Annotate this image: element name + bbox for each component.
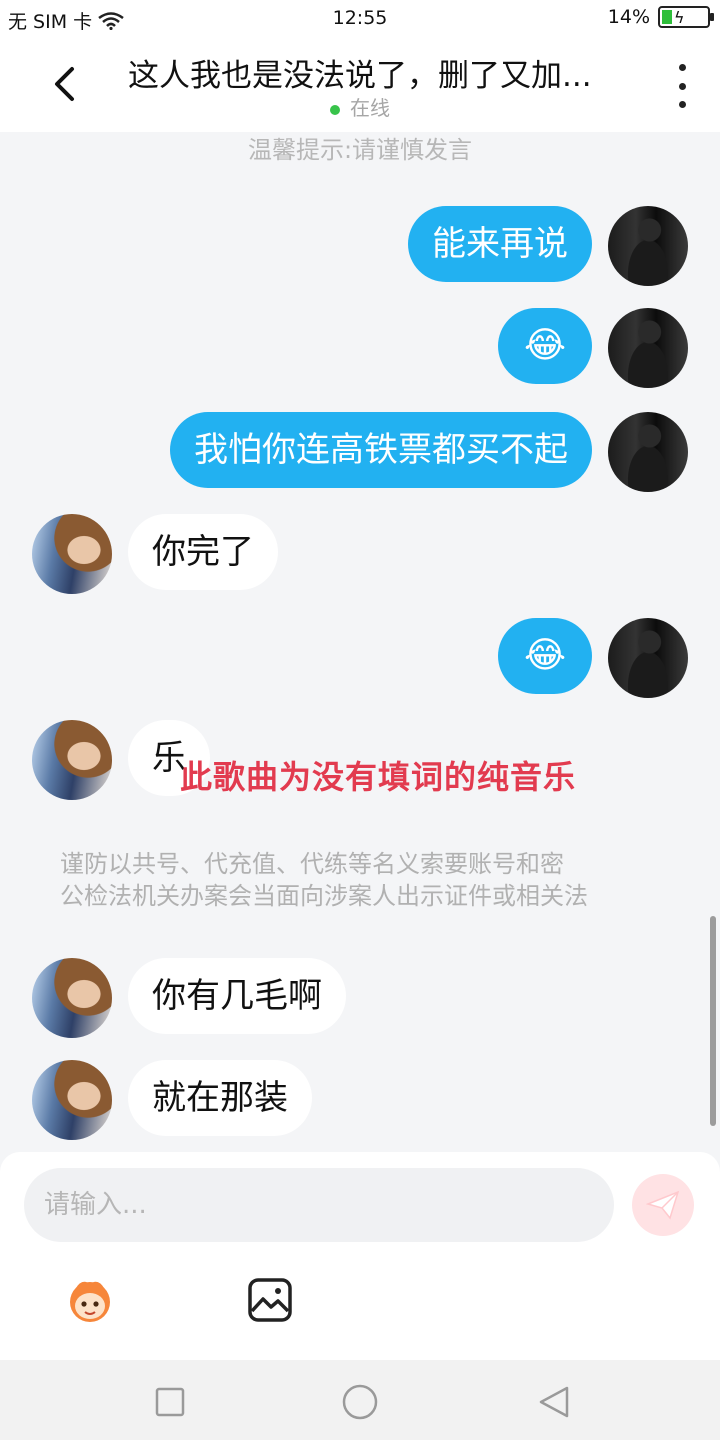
battery-percent: 14%	[607, 6, 650, 28]
message-input[interactable]	[24, 1168, 614, 1242]
square-nav-icon	[155, 1387, 185, 1417]
contact-avatar[interactable]	[32, 514, 112, 594]
message-bubble-sent[interactable]: 我怕你连高铁票都买不起	[170, 412, 592, 488]
my-avatar[interactable]	[608, 308, 688, 388]
message-bubble-sent-emoji[interactable]: 😂	[498, 618, 592, 694]
status-bar: 无 SIM 卡 12:55 14% ϟ	[0, 0, 720, 38]
send-button[interactable]	[632, 1174, 694, 1236]
system-notice: 谨防以共号、代充值、代练等名义索要账号和密 公检法机关办案会当面向涉案人出示证件…	[60, 848, 660, 912]
composer	[0, 1152, 720, 1360]
message-bubble-received[interactable]: 就在那装	[128, 1060, 312, 1136]
triangle-back-nav-icon	[539, 1386, 569, 1418]
my-avatar[interactable]	[608, 618, 688, 698]
message-bubble-sent-emoji[interactable]: 😂	[498, 308, 592, 384]
recent-apps-button[interactable]	[150, 1382, 190, 1422]
message-bubble-received[interactable]: 你有几毛啊	[128, 958, 346, 1034]
send-icon	[646, 1190, 680, 1220]
back-nav-button[interactable]	[534, 1382, 574, 1422]
online-dot-icon	[330, 104, 340, 115]
music-overlay-text: 此歌曲为没有填词的纯音乐	[180, 758, 577, 796]
online-label: 在线	[350, 96, 390, 120]
more-icon	[678, 64, 686, 71]
circle-nav-icon	[342, 1384, 378, 1420]
emoji-button[interactable]	[60, 1270, 120, 1330]
safety-tip: 温馨提示:请谨慎发言	[247, 136, 473, 164]
battery-icon: ϟ	[658, 6, 714, 28]
image-icon	[248, 1278, 292, 1322]
contact-avatar[interactable]	[32, 958, 112, 1038]
more-button[interactable]	[668, 64, 696, 108]
image-button[interactable]	[240, 1270, 300, 1330]
system-nav-bar	[0, 1360, 720, 1440]
status-right: 14% ϟ	[607, 6, 714, 28]
scrollbar[interactable]	[710, 916, 716, 1126]
chat-title: 这人我也是没法说了，删了又加...	[128, 58, 592, 94]
contact-avatar[interactable]	[32, 720, 112, 800]
home-button[interactable]	[340, 1382, 380, 1422]
online-status: 在线	[0, 92, 720, 121]
contact-avatar[interactable]	[32, 1060, 112, 1140]
emoji-face-icon	[70, 1281, 110, 1322]
my-avatar[interactable]	[608, 206, 688, 286]
chat-header: 这人我也是没法说了，删了又加... 在线	[0, 38, 720, 132]
notice-line-2: 公检法机关办案会当面向涉案人出示证件或相关法	[60, 882, 588, 910]
notice-line-1: 谨防以共号、代充值、代练等名义索要账号和密	[60, 850, 564, 878]
message-bubble-sent[interactable]: 能来再说	[408, 206, 592, 282]
message-bubble-received[interactable]: 你完了	[128, 514, 278, 590]
my-avatar[interactable]	[608, 412, 688, 492]
